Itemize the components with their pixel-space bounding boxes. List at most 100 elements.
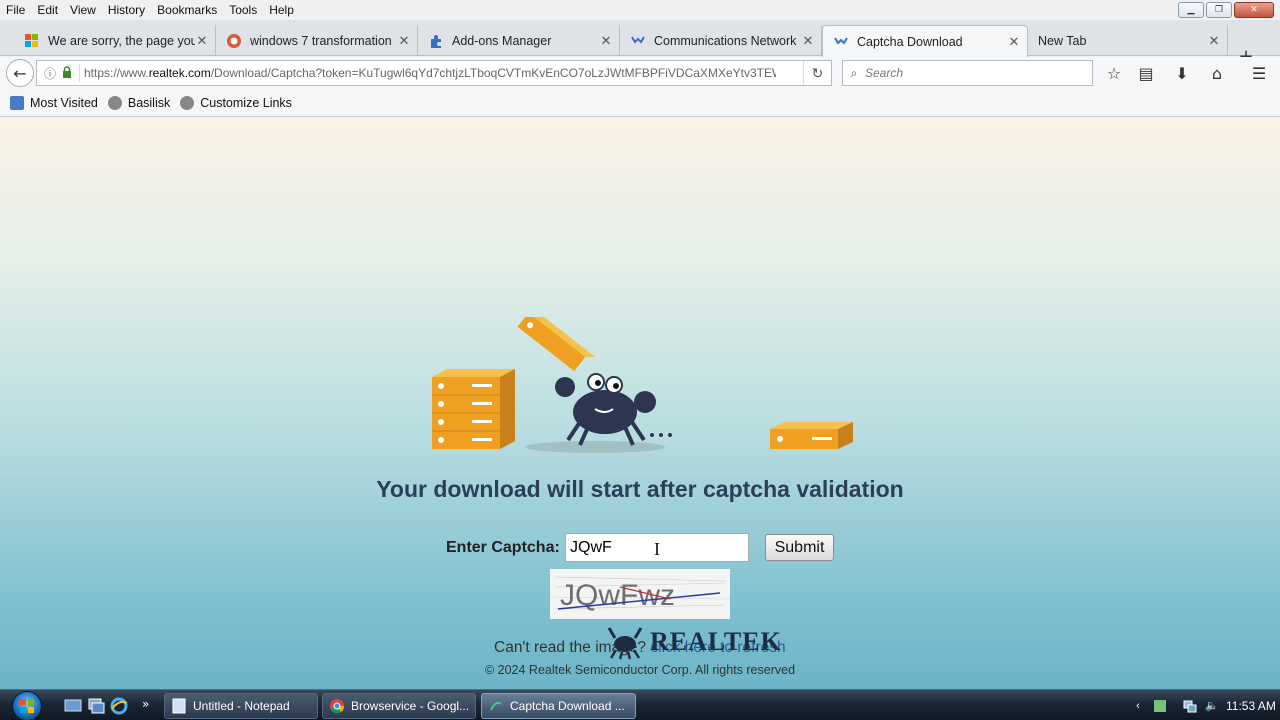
internet-explorer-icon[interactable]	[110, 697, 128, 715]
menu-tools[interactable]: Tools	[223, 3, 263, 17]
tab-windows-7-transformation[interactable]: windows 7 transformation ✕	[216, 25, 418, 56]
restore-button[interactable]: ❐	[1206, 2, 1232, 18]
quick-launch-overflow-icon[interactable]: »	[142, 697, 160, 715]
tab-close-icon[interactable]: ✕	[599, 33, 613, 49]
switch-windows-icon[interactable]	[87, 697, 105, 715]
bookmarks-toolbar: Most Visited Basilisk Customize Links	[0, 89, 1280, 117]
globe-icon	[180, 95, 195, 110]
globe-icon	[107, 95, 122, 110]
search-placeholder: Search	[865, 66, 904, 80]
captcha-image: JQwFwz	[550, 569, 730, 619]
close-window-button[interactable]: ✕	[1234, 2, 1274, 18]
search-icon: ⌕	[850, 65, 858, 80]
menu-bookmarks[interactable]: Bookmarks	[151, 3, 223, 17]
back-arrow-icon: ←	[13, 63, 27, 83]
minimize-button[interactable]: ▁	[1178, 2, 1204, 18]
tab-add-ons-manager[interactable]: Add-ons Manager ✕	[418, 25, 620, 56]
restore-icon: ❐	[1214, 5, 1224, 15]
most-visited-icon	[10, 95, 24, 110]
single-box-graphic	[770, 422, 853, 449]
realtek-wordmark: REALTEK	[650, 627, 782, 656]
volume-muted-icon[interactable]: 🔈	[1204, 698, 1220, 714]
bookmark-basilisk[interactable]: Basilisk	[107, 95, 171, 110]
captcha-label: Enter Captcha:	[446, 539, 560, 556]
bookmark-star-button[interactable]: ☆	[1102, 62, 1126, 84]
download-arrow-icon: ⬇	[1175, 63, 1189, 83]
tab-new-tab[interactable]: New Tab ✕	[1028, 25, 1228, 56]
bookmark-most-visited[interactable]: Most Visited	[10, 95, 98, 110]
navigation-bar: ← ⓘ https://www.realtek.com/Download/Cap…	[0, 57, 1280, 89]
tab-close-icon[interactable]: ✕	[801, 33, 815, 49]
info-icon[interactable]: ⓘ	[41, 65, 59, 82]
home-button[interactable]: ⌂	[1205, 62, 1229, 84]
taskbar: » Untitled - Notepad Browservice - Googl…	[0, 689, 1280, 720]
menu-edit[interactable]: Edit	[31, 3, 64, 17]
menu-history[interactable]: History	[102, 3, 151, 17]
bookmark-label: Customize Links	[200, 95, 292, 110]
system-tray: ‹ 🔈 11:53 AM	[1130, 690, 1276, 720]
chrome-icon	[329, 698, 345, 714]
tab-close-icon[interactable]: ✕	[397, 33, 411, 49]
search-bar[interactable]: ⌕ Search	[842, 60, 1093, 86]
close-icon: ✕	[1250, 5, 1258, 15]
taskbar-button-notepad[interactable]: Untitled - Notepad	[164, 693, 318, 719]
submit-button[interactable]: Submit	[765, 534, 834, 561]
realtek-crab-icon	[630, 33, 646, 49]
realtek-crab-logo-icon	[607, 627, 643, 660]
taskbar-button-browservice[interactable]: Browservice - Googl...	[322, 693, 476, 719]
tab-we-are-sorry[interactable]: We are sorry, the page you ✕	[14, 25, 216, 56]
tab-communications-network[interactable]: Communications Network ✕	[620, 25, 822, 56]
reload-icon: ↻	[811, 64, 824, 81]
menu-bar: File Edit View History Bookmarks Tools H…	[0, 0, 1280, 20]
menu-button[interactable]: ☰	[1247, 62, 1271, 84]
tray-app-icon[interactable]	[1152, 698, 1168, 714]
star-icon: ☆	[1106, 63, 1122, 83]
page-headline: Your download will start after captcha v…	[376, 476, 904, 502]
tab-label: windows 7 transformation	[250, 33, 392, 48]
page-content: Your download will start after captcha v…	[0, 117, 1280, 689]
reading-list-button[interactable]: ▤	[1134, 62, 1158, 84]
home-icon: ⌂	[1211, 63, 1223, 83]
url-text[interactable]: https://www.realtek.com/Download/Captcha…	[84, 66, 776, 80]
tab-close-icon[interactable]: ✕	[1207, 33, 1221, 49]
tab-label: Communications Network	[654, 33, 797, 48]
url-separator	[79, 64, 80, 82]
tab-close-icon[interactable]: ✕	[1007, 34, 1021, 50]
realtek-logo: REALTEK	[606, 622, 782, 662]
realtek-crab-icon	[833, 34, 849, 50]
bookmark-label: Basilisk	[127, 95, 171, 110]
clipboard-icon: ▤	[1138, 63, 1154, 83]
tab-captcha-download[interactable]: Captcha Download ✕	[822, 25, 1028, 57]
notepad-icon	[171, 698, 187, 714]
minimize-icon: ▁	[1187, 5, 1195, 15]
reload-button[interactable]: ↻	[803, 61, 831, 85]
tray-expand-icon[interactable]: ‹	[1130, 698, 1146, 714]
server-stack-graphic	[432, 369, 515, 449]
back-button[interactable]: ←	[6, 59, 34, 87]
start-button[interactable]	[8, 690, 46, 720]
menu-help[interactable]: Help	[263, 3, 300, 17]
bookmark-customize-links[interactable]: Customize Links	[180, 95, 292, 110]
taskbar-button-label: Captcha Download ...	[510, 699, 625, 713]
taskbar-button-captcha-download[interactable]: Captcha Download ...	[481, 693, 636, 719]
taskbar-button-label: Untitled - Notepad	[193, 699, 290, 713]
tab-close-icon[interactable]: ✕	[195, 33, 209, 49]
lock-icon	[59, 65, 75, 81]
show-desktop-icon[interactable]	[64, 697, 82, 715]
tab-bar: We are sorry, the page you ✕ windows 7 t…	[0, 20, 1280, 67]
microsoft-logo-icon	[24, 33, 40, 49]
crab-loading-illustration	[432, 317, 853, 453]
menu-file[interactable]: File	[0, 3, 31, 17]
network-icon[interactable]	[1182, 698, 1198, 714]
downloads-button[interactable]: ⬇	[1170, 62, 1194, 84]
clock[interactable]: 11:53 AM	[1226, 699, 1276, 713]
browser-icon	[488, 698, 504, 714]
text-cursor-icon: I	[654, 539, 660, 559]
taskbar-button-label: Browservice - Googl...	[351, 699, 470, 713]
tab-label: Add-ons Manager	[452, 33, 552, 48]
menu-view[interactable]: View	[64, 3, 102, 17]
crab-mascot-graphic	[555, 373, 656, 446]
hamburger-icon: ☰	[1251, 63, 1267, 83]
url-bar[interactable]: ⓘ https://www.realtek.com/Download/Captc…	[36, 60, 832, 86]
copyright-text: © 2024 Realtek Semiconductor Corp. All r…	[484, 663, 796, 677]
